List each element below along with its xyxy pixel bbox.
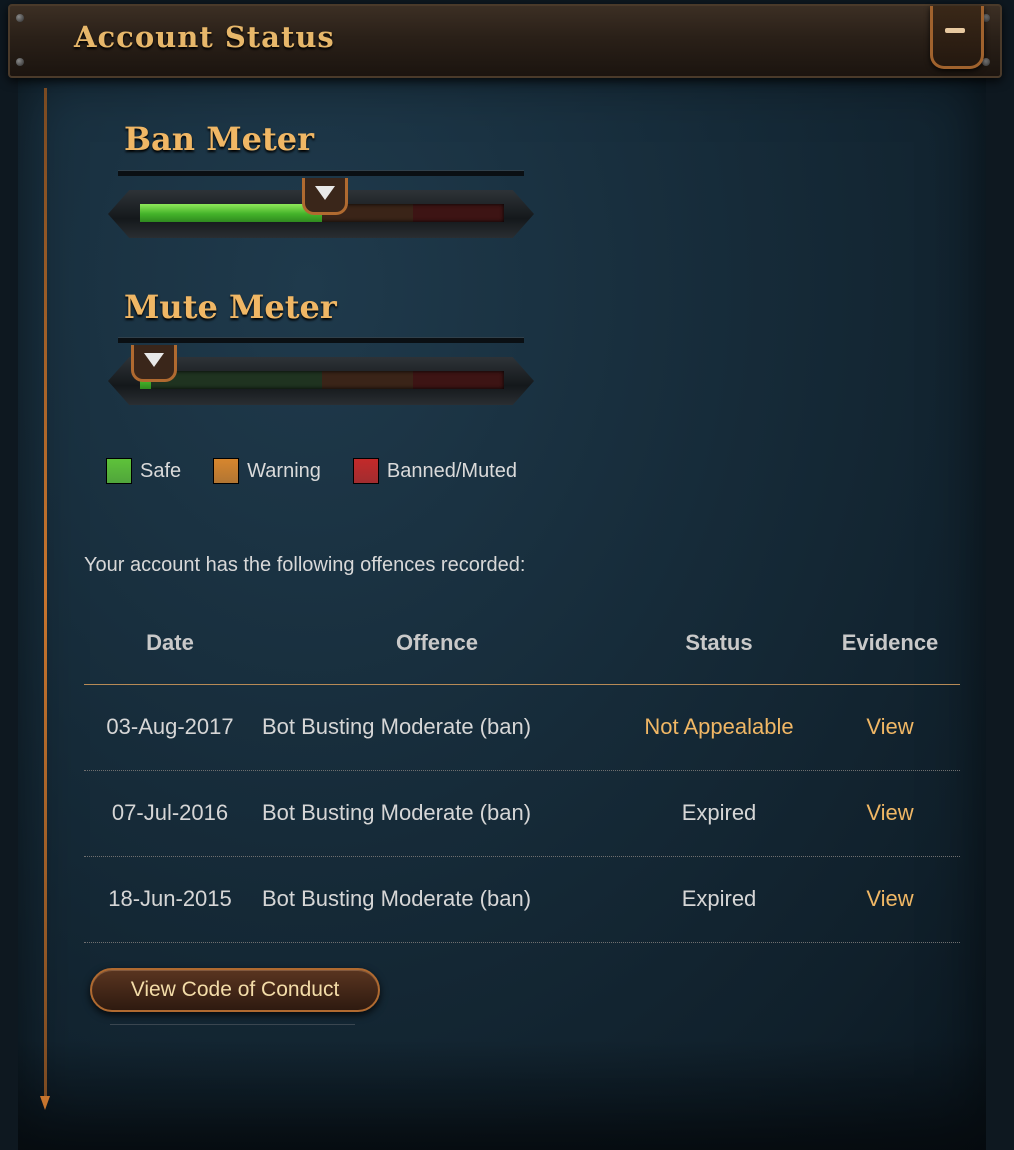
legend-label: Safe (140, 459, 182, 482)
collapse-button[interactable] (930, 6, 984, 69)
ban-meter-rail (118, 170, 524, 176)
title-bar: Account Status (8, 4, 1002, 78)
offence-name: Bot Busting Moderate (ban) (262, 800, 532, 825)
offence-status: Expired (681, 886, 757, 911)
side-divider (44, 88, 47, 1103)
legend-label: Banned/Muted (386, 459, 517, 482)
offence-status: Not Appealable (644, 714, 794, 739)
table-row: 07-Jul-2016 Bot Busting Moderate (ban) E… (84, 771, 960, 857)
header-evidence: Evidence (841, 630, 939, 655)
offence-date: 07-Jul-2016 (111, 800, 229, 825)
ban-meter-marker (302, 178, 348, 215)
rivet-icon (16, 58, 24, 66)
meter-legend: Safe Warning Banned/Muted (106, 458, 549, 484)
divider-tip-icon (40, 1096, 50, 1110)
view-evidence-link[interactable]: View (830, 800, 950, 826)
offence-date: 18-Jun-2015 (108, 886, 232, 911)
table-header: Date Offence Status Evidence (84, 620, 960, 685)
rivet-icon (16, 14, 24, 22)
legend-item-banned: Banned/Muted (352, 458, 517, 484)
minus-icon (945, 28, 965, 33)
mute-meter-rail (118, 337, 524, 343)
header-date: Date (146, 630, 194, 655)
ban-meter-fill (140, 204, 322, 222)
header-status: Status (685, 630, 753, 655)
view-evidence-link[interactable]: View (830, 714, 950, 740)
legend-item-safe: Safe (106, 458, 181, 484)
mute-meter-track (140, 371, 504, 389)
page-title: Account Status (74, 20, 335, 54)
banned-swatch-icon (352, 458, 379, 484)
button-underline (110, 1024, 355, 1025)
ban-meter-title: Ban Meter (124, 120, 314, 158)
marker-arrow-icon (143, 353, 164, 367)
safe-swatch-icon (106, 458, 132, 484)
table-row: 18-Jun-2015 Bot Busting Moderate (ban) E… (84, 857, 960, 943)
offences-intro: Your account has the following offences … (84, 554, 526, 576)
view-code-of-conduct-button[interactable]: View Code of Conduct (90, 968, 380, 1012)
warning-swatch-icon (213, 458, 240, 484)
table-row: 03-Aug-2017 Bot Busting Moderate (ban) N… (84, 685, 960, 771)
offence-status: Expired (681, 800, 757, 825)
marker-arrow-icon (315, 186, 335, 200)
offence-date: 03-Aug-2017 (106, 714, 234, 739)
mute-meter-marker (130, 345, 177, 382)
offences-table: Date Offence Status Evidence 03-Aug-2017… (84, 620, 960, 943)
legend-label: Warning (247, 459, 321, 482)
header-offence: Offence (396, 630, 478, 655)
offence-name: Bot Busting Moderate (ban) (262, 714, 532, 739)
legend-item-warning: Warning (213, 458, 321, 484)
offence-name: Bot Busting Moderate (ban) (262, 886, 532, 911)
mute-meter-title: Mute Meter (124, 288, 337, 326)
view-evidence-link[interactable]: View (830, 886, 950, 912)
